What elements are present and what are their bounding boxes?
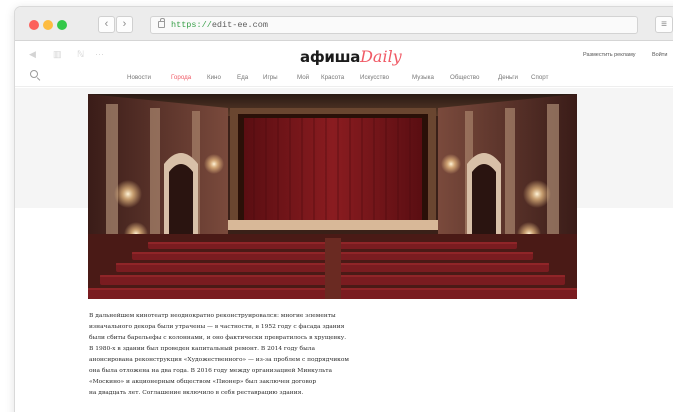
zoom-window-button[interactable] [57,20,67,30]
nav-item-sport[interactable]: Спорт [531,74,548,81]
section-nav: Новости Города Кино Еда Игры Мой Красота… [15,67,673,87]
login-link[interactable]: Войти [652,52,667,58]
faint-grid-icon: ▥ [53,49,62,59]
article-line: изначального декора были утрачены — в ча… [89,324,345,330]
lock-icon [158,18,165,28]
faint-more-icon: ··· [95,49,104,59]
nav-item-society[interactable]: Общество [450,74,479,81]
nav-item-my[interactable]: Мой [297,74,309,81]
search-icon[interactable] [30,70,41,82]
nav-item-music[interactable]: Музыка [412,74,434,81]
browser-toolbar: ‹ › https://edit-ee.com ≡ [15,7,673,41]
article-line: В 1980-х в здании был проведен капитальн… [89,346,316,352]
site-logo[interactable]: афишаDaily [300,47,402,66]
nav-item-cinema[interactable]: Кино [207,74,221,81]
advertise-link[interactable]: Разместить рекламу [583,52,636,58]
nav-item-food[interactable]: Еда [237,74,248,81]
nav-item-news[interactable]: Новости [127,74,151,81]
nav-item-money[interactable]: Деньги [498,74,518,81]
article-line: В дальнейшем кинотеатр неоднократно реко… [89,313,336,319]
url-scheme: https:// [171,20,212,30]
url-host: edit-ee.com [211,20,268,30]
article-line: она была отложена на два года. В 2016 го… [89,368,333,374]
nav-item-cities[interactable]: Города [171,74,191,81]
article-line: были сбиты барельефы с колоннами, и оно … [89,335,347,341]
faint-back-icon: ◀ [29,49,36,59]
back-button[interactable]: ‹ [98,16,115,33]
article-line: на двадцать лет. Соглашение включило в с… [89,390,304,396]
article-text: В дальнейшем кинотеатр неоднократно реко… [89,311,419,399]
minimize-window-button[interactable] [43,20,53,30]
browser-menu-button[interactable]: ≡ [655,16,673,33]
article-line: «Москино» и акционерным обществом «Пионе… [89,379,317,385]
browser-window: ‹ › https://edit-ee.com ≡ ◀ ▥ ℕ ··· афиш… [14,6,673,412]
forward-button[interactable]: › [116,16,133,33]
address-bar[interactable]: https://edit-ee.com [150,16,638,34]
close-window-button[interactable] [29,20,39,30]
site-header: ◀ ▥ ℕ ··· афишаDaily Разместить рекламу … [15,41,673,67]
article-line: анонсирована реконструкция «Художественн… [89,357,349,363]
cinema-hall-photo [88,94,577,299]
nav-item-art[interactable]: Искусство [360,74,389,81]
faint-n-icon: ℕ [77,49,85,59]
nav-item-beauty[interactable]: Красота [321,74,344,81]
nav-item-games[interactable]: Игры [263,74,278,81]
